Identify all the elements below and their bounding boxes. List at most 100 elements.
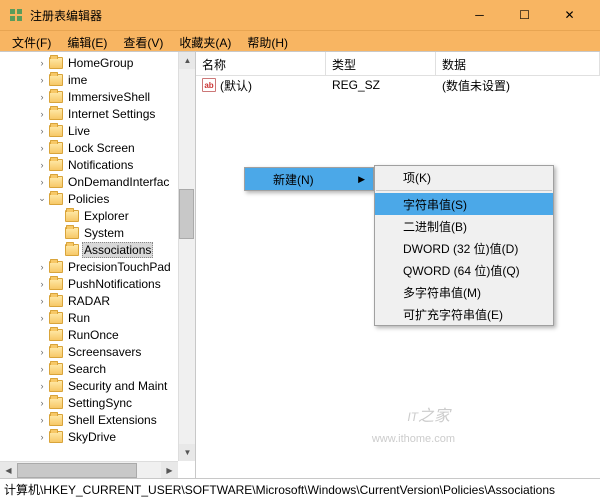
expand-icon[interactable]: › <box>36 380 48 392</box>
scroll-left-icon[interactable]: ◀ <box>0 462 17 479</box>
expand-icon[interactable]: › <box>36 295 48 307</box>
expand-icon[interactable]: › <box>36 57 48 69</box>
tree-item[interactable]: ›Internet Settings <box>0 105 195 122</box>
folder-icon <box>49 329 63 341</box>
expand-icon[interactable]: › <box>36 363 48 375</box>
ctx-submenu-item[interactable]: 可扩充字符串值(E) <box>375 303 553 325</box>
menu-separator <box>376 190 552 191</box>
expand-icon[interactable]: › <box>36 414 48 426</box>
ctx-submenu-item[interactable]: QWORD (64 位)值(Q) <box>375 259 553 281</box>
tree-item[interactable]: › OnDemandInterfac <box>0 173 195 190</box>
tree-item[interactable]: ›PrecisionTouchPad <box>0 258 195 275</box>
tree-label: RADAR <box>66 294 112 308</box>
tree-label: HomeGroup <box>66 56 135 70</box>
list-pane: 名称 类型 数据 ab (默认) REG_SZ (数值未设置) 新建(N) ▶ … <box>196 52 600 478</box>
expand-icon[interactable]: › <box>36 431 48 443</box>
ctx-submenu-item[interactable]: 多字符串值(M) <box>375 281 553 303</box>
folder-icon <box>49 278 63 290</box>
tree-label: Notifications <box>66 158 135 172</box>
ctx-new[interactable]: 新建(N) ▶ <box>245 168 373 190</box>
tree-item[interactable]: Associations <box>0 241 195 258</box>
scroll-up-icon[interactable]: ▲ <box>179 52 196 69</box>
tree-label: OnDemandInterfac <box>66 175 171 189</box>
string-value-icon: ab <box>202 78 216 92</box>
ctx-submenu-item[interactable]: 二进制值(B) <box>375 215 553 237</box>
expand-icon[interactable]: › <box>36 346 48 358</box>
statusbar: 计算机\HKEY_CURRENT_USER\SOFTWARE\Microsoft… <box>0 478 600 500</box>
minimize-button[interactable]: ─ <box>457 0 502 30</box>
tree-item[interactable]: System <box>0 224 195 241</box>
tree-item[interactable]: ›Screensavers <box>0 343 195 360</box>
tree-item[interactable]: › Notifications <box>0 156 195 173</box>
scroll-down-icon[interactable]: ▼ <box>179 444 196 461</box>
expand-icon[interactable]: › <box>36 74 48 86</box>
expand-icon[interactable]: › <box>36 312 48 324</box>
tree-scrollbar-vertical[interactable]: ▲ ▼ <box>178 52 195 461</box>
maximize-button[interactable]: ☐ <box>502 0 547 30</box>
menu-help[interactable]: 帮助(H) <box>239 31 296 51</box>
tree-item[interactable]: ›Search <box>0 360 195 377</box>
tree-item[interactable]: › Live <box>0 122 195 139</box>
column-name[interactable]: 名称 <box>196 52 326 75</box>
window-title: 注册表编辑器 <box>30 7 457 24</box>
tree-label: Explorer <box>82 209 131 223</box>
menu-favorites[interactable]: 收藏夹(A) <box>171 31 239 51</box>
menu-view[interactable]: 查看(V) <box>115 31 171 51</box>
tree-item[interactable]: › ImmersiveShell <box>0 88 195 105</box>
ctx-submenu-item[interactable]: 项(K) <box>375 166 553 188</box>
tree-item[interactable]: ⌄Policies <box>0 190 195 207</box>
registry-tree[interactable]: ›HomeGroup›ime›ImmersiveShell›Internet S… <box>0 52 195 447</box>
tree-item[interactable]: › Security and Maint <box>0 377 195 394</box>
folder-icon <box>49 91 63 103</box>
expand-icon[interactable]: › <box>36 176 48 188</box>
scroll-thumb[interactable] <box>17 463 137 478</box>
tree-item[interactable]: › RADAR <box>0 292 195 309</box>
value-type: REG_SZ <box>326 78 436 92</box>
tree-item[interactable]: ›PushNotifications <box>0 275 195 292</box>
collapse-icon[interactable]: ⌄ <box>36 193 48 205</box>
expand-icon <box>52 210 64 222</box>
expand-icon[interactable]: › <box>36 278 48 290</box>
menu-edit[interactable]: 编辑(E) <box>59 31 115 51</box>
expand-icon[interactable]: › <box>36 125 48 137</box>
tree-item[interactable]: › SettingSync <box>0 394 195 411</box>
folder-icon <box>49 380 63 392</box>
tree-item[interactable]: RunOnce <box>0 326 195 343</box>
column-data[interactable]: 数据 <box>436 52 600 75</box>
ctx-new-label: 新建(N) <box>273 171 314 188</box>
tree-label: SettingSync <box>66 396 134 410</box>
tree-item[interactable]: ›Run <box>0 309 195 326</box>
menu-file[interactable]: 文件(F) <box>4 31 59 51</box>
list-item[interactable]: ab (默认) REG_SZ (数值未设置) <box>196 76 600 94</box>
tree-label: Security and Maint <box>66 379 169 393</box>
ctx-submenu-item[interactable]: 字符串值(S) <box>375 193 553 215</box>
tree-label: System <box>82 226 126 240</box>
tree-label: ImmersiveShell <box>66 90 152 104</box>
folder-icon <box>49 74 63 86</box>
tree-scrollbar-horizontal[interactable]: ◀ ▶ <box>0 461 178 478</box>
tree-item[interactable]: ›Shell Extensions <box>0 411 195 428</box>
expand-icon <box>36 329 48 341</box>
scroll-thumb[interactable] <box>179 189 194 239</box>
expand-icon[interactable]: › <box>36 142 48 154</box>
tree-item[interactable]: ›SkyDrive <box>0 428 195 445</box>
column-type[interactable]: 类型 <box>326 52 436 75</box>
expand-icon <box>52 227 64 239</box>
expand-icon[interactable]: › <box>36 261 48 273</box>
tree-item[interactable]: Explorer <box>0 207 195 224</box>
scroll-right-icon[interactable]: ▶ <box>161 462 178 479</box>
expand-icon[interactable]: › <box>36 108 48 120</box>
tree-item[interactable]: ›Lock Screen <box>0 139 195 156</box>
expand-icon[interactable]: › <box>36 397 48 409</box>
tree-label: Live <box>66 124 92 138</box>
close-button[interactable]: ✕ <box>547 0 592 30</box>
list-header: 名称 类型 数据 <box>196 52 600 76</box>
tree-item[interactable]: › HomeGroup <box>0 54 195 71</box>
ctx-submenu-item[interactable]: DWORD (32 位)值(D) <box>375 237 553 259</box>
folder-icon <box>49 312 63 324</box>
tree-item[interactable]: ›ime <box>0 71 195 88</box>
expand-icon[interactable]: › <box>36 159 48 171</box>
expand-icon[interactable]: › <box>36 91 48 103</box>
folder-icon <box>49 159 63 171</box>
folder-icon <box>49 57 63 69</box>
